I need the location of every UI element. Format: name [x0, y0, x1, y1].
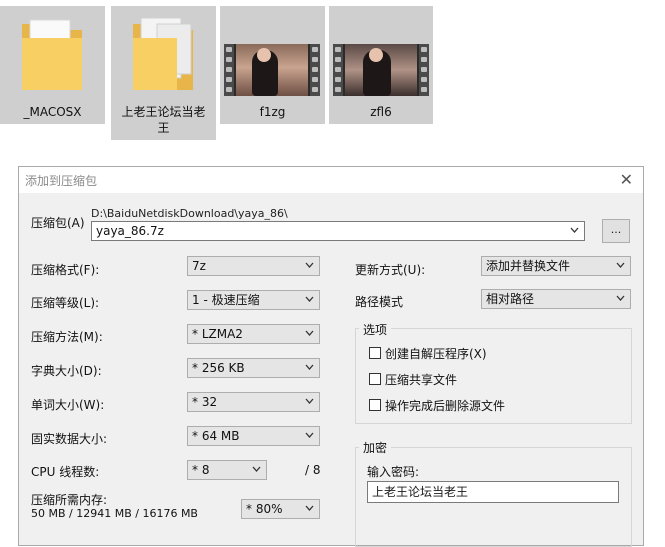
password-value: 上老王论坛当老王	[372, 485, 469, 499]
archive-name-combo[interactable]: yaya_86.7z	[91, 221, 585, 241]
update-mode-select[interactable]: 添加并替换文件	[481, 256, 631, 276]
folder-icon	[22, 19, 82, 90]
solid-size-label: 固实数据大小:	[31, 432, 108, 446]
delete-after-label: 操作完成后删除源文件	[385, 399, 506, 413]
password-label: 输入密码:	[367, 465, 420, 479]
method-label: 压缩方法(M):	[31, 330, 103, 344]
browse-button[interactable]: ...	[602, 219, 630, 243]
chevron-down-icon	[616, 262, 625, 268]
chevron-down-icon	[305, 330, 314, 336]
dialog-title: 添加到压缩包	[25, 174, 98, 188]
item-label: _MACOSX	[23, 105, 82, 119]
cpu-threads-value: * 8	[192, 463, 210, 477]
level-value: 1 - 极速压缩	[192, 293, 260, 307]
folder-item-laowang[interactable]: 上老王论坛当老王	[111, 6, 216, 140]
chevron-down-icon	[305, 505, 314, 511]
sfx-label: 创建自解压程序(X)	[385, 347, 487, 361]
chevron-down-icon	[305, 432, 314, 438]
path-mode-select[interactable]: 相对路径	[481, 289, 631, 309]
video-item-f1zg[interactable]: f1zg	[220, 6, 325, 124]
item-label: zfl6	[370, 105, 392, 119]
item-label: f1zg	[259, 105, 286, 119]
memory-label: 压缩所需内存:	[31, 493, 108, 507]
cpu-threads-max: / 8	[305, 463, 321, 477]
video-item-zfl6[interactable]: zfl6	[329, 6, 433, 124]
shared-files-checkbox[interactable]	[369, 373, 381, 385]
options-title: 选项	[359, 321, 392, 338]
dictionary-value: * 256 KB	[192, 361, 245, 375]
chevron-down-icon	[305, 364, 314, 370]
dialog-titlebar: 添加到压缩包 ✕	[19, 167, 643, 193]
sfx-checkbox[interactable]	[369, 347, 381, 359]
encryption-title: 加密	[359, 439, 392, 456]
dictionary-select[interactable]: * 256 KB	[187, 358, 320, 378]
format-label: 压缩格式(F):	[31, 263, 100, 277]
method-value: * LZMA2	[192, 327, 243, 341]
add-to-archive-dialog: 添加到压缩包 ✕ 压缩包(A) D:\BaiduNetdiskDownload\…	[18, 166, 644, 547]
method-select[interactable]: * LZMA2	[187, 324, 320, 344]
folder-icon	[133, 17, 193, 90]
password-input[interactable]: 上老王论坛当老王	[367, 481, 619, 503]
item-label: 上老王论坛当老王	[121, 105, 206, 135]
memory-select[interactable]: * 80%	[241, 499, 320, 519]
cpu-threads-label: CPU 线程数:	[31, 465, 100, 479]
archive-label: 压缩包(A)	[31, 216, 85, 230]
archive-path: D:\BaiduNetdiskDownload\yaya_86\	[91, 207, 288, 220]
chevron-down-icon	[252, 466, 261, 472]
path-mode-value: 相对路径	[486, 292, 535, 306]
chevron-down-icon	[570, 227, 579, 233]
update-mode-label: 更新方式(U):	[355, 263, 426, 277]
video-thumbnail-icon	[224, 44, 320, 96]
solid-size-select[interactable]: * 64 MB	[187, 426, 320, 446]
video-thumbnail-icon	[333, 44, 429, 96]
folder-item-macosx[interactable]: _MACOSX	[0, 6, 105, 124]
dictionary-label: 字典大小(D):	[31, 364, 102, 378]
cpu-threads-select[interactable]: * 8	[187, 460, 267, 480]
memory-detail: 50 MB / 12941 MB / 16176 MB	[31, 507, 198, 520]
chevron-down-icon	[305, 398, 314, 404]
chevron-down-icon	[305, 296, 314, 302]
shared-files-label: 压缩共享文件	[385, 373, 458, 387]
word-size-value: * 32	[192, 395, 218, 409]
word-size-select[interactable]: * 32	[187, 392, 320, 412]
chevron-down-icon	[616, 295, 625, 301]
path-mode-label: 路径模式	[355, 295, 404, 309]
update-mode-value: 添加并替换文件	[486, 259, 571, 273]
memory-value: * 80%	[246, 502, 283, 516]
format-value: 7z	[192, 259, 206, 273]
solid-size-value: * 64 MB	[192, 429, 240, 443]
word-size-label: 单词大小(W):	[31, 398, 105, 412]
format-select[interactable]: 7z	[187, 256, 320, 276]
close-icon[interactable]: ✕	[620, 170, 633, 189]
delete-after-checkbox[interactable]	[369, 399, 381, 411]
level-select[interactable]: 1 - 极速压缩	[187, 290, 320, 310]
archive-name-value: yaya_86.7z	[96, 224, 164, 238]
level-label: 压缩等级(L):	[31, 296, 100, 310]
chevron-down-icon	[305, 262, 314, 268]
